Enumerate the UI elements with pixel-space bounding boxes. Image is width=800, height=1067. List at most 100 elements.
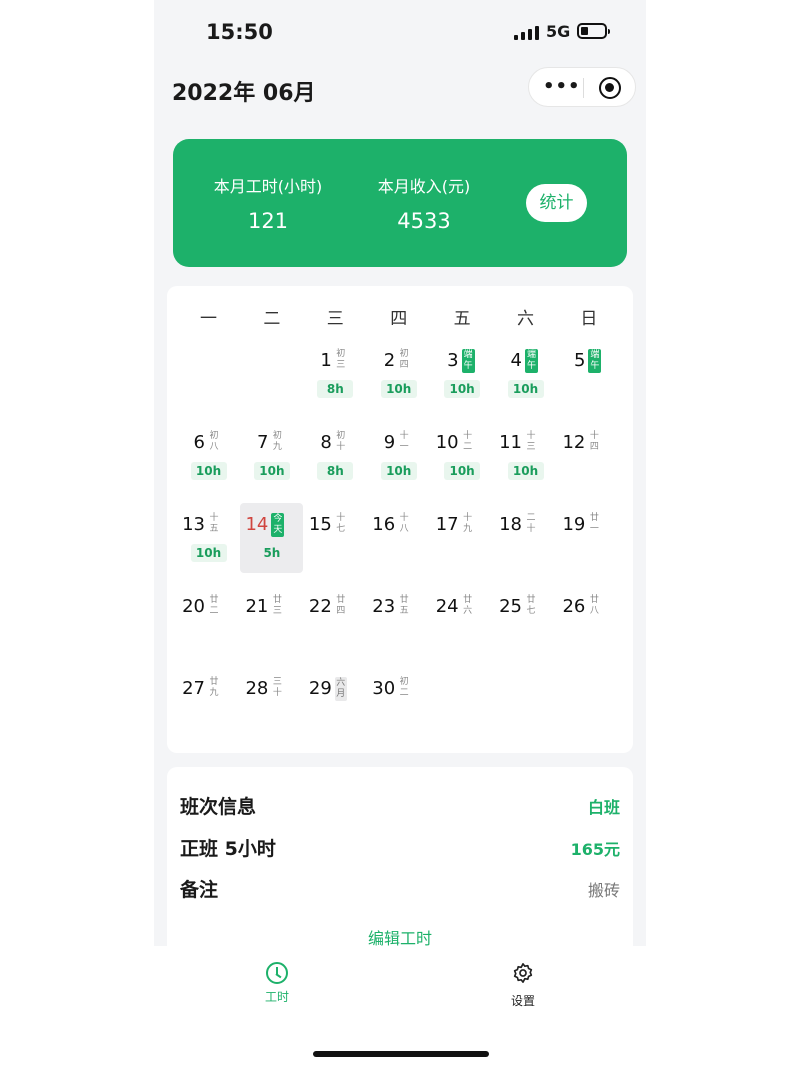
day-number: 29 xyxy=(308,678,332,699)
note-value: 搬砖 xyxy=(587,881,620,900)
calendar-day[interactable]: 26 廿八 xyxy=(557,585,620,655)
calendar-day[interactable]: 11 十三 10h xyxy=(494,421,557,491)
day-number: 16 xyxy=(372,514,396,535)
day-number: 22 xyxy=(308,596,332,617)
target-circle-icon[interactable] xyxy=(599,77,621,99)
calendar-day[interactable]: 6 初八 10h xyxy=(177,421,240,491)
clock-icon xyxy=(266,962,288,984)
day-number: 19 xyxy=(562,514,586,535)
calendar-day[interactable]: 9 十一 10h xyxy=(367,421,430,491)
day-number: 27 xyxy=(182,678,205,699)
calendar-day[interactable]: 2 初四 10h xyxy=(367,339,430,409)
lunar-date: 廿九 xyxy=(209,677,219,698)
calendar-day[interactable]: 20 廿二 xyxy=(177,585,240,655)
calendar-day[interactable]: 24 廿六 xyxy=(431,585,494,655)
calendar-day[interactable]: 17 十九 xyxy=(431,503,494,573)
tab-settings[interactable]: 设置 xyxy=(488,962,558,1009)
calendar-day[interactable]: 29 六月 xyxy=(304,667,367,737)
calendar-day[interactable]: 19 廿一 xyxy=(557,503,620,573)
phone-screen: 15:50 5G 2022年 06月 ••• 本月工时(小时) 121 本月收入… xyxy=(154,0,646,1067)
work-hours-badge: 5h xyxy=(263,546,281,560)
weekday-label: 三 xyxy=(326,309,344,329)
lunar-date: 初二 xyxy=(399,677,409,698)
day-number: 11 xyxy=(499,432,522,453)
calendar-day[interactable]: 30 初二 xyxy=(367,667,430,737)
monthly-income-value: 4533 xyxy=(397,209,451,233)
calendar-day-today[interactable]: 14 今天 5h xyxy=(240,503,304,573)
calendar-day[interactable]: 1 初三 8h xyxy=(304,339,367,409)
calendar-day[interactable]: 21 廿三 xyxy=(240,585,303,655)
gear-icon xyxy=(513,963,533,983)
shift-info-title: 班次信息 xyxy=(180,796,257,818)
work-hours-badge: 10h xyxy=(190,462,227,480)
month-title[interactable]: 2022年 06月 xyxy=(172,75,316,107)
home-indicator xyxy=(313,1051,489,1057)
shift-info-card: 班次信息 白班 正班 5小时 165元 备注 搬砖 编辑工时 xyxy=(167,767,633,967)
calendar-day[interactable]: 15 十七 xyxy=(304,503,367,573)
status-time: 15:50 xyxy=(206,20,273,44)
capsule-divider xyxy=(583,78,584,98)
lunar-date: 廿四 xyxy=(336,595,346,616)
stats-button[interactable]: 统计 xyxy=(526,184,587,222)
day-number: 21 xyxy=(245,596,269,617)
lunar-date: 廿三 xyxy=(272,595,282,616)
calendar-day[interactable]: 25 廿七 xyxy=(494,585,557,655)
more-dots-icon[interactable]: ••• xyxy=(543,78,581,96)
mini-program-capsule: ••• xyxy=(528,67,636,107)
shift-type: 白班 xyxy=(587,798,620,817)
calendar-day[interactable]: 27 廿九 xyxy=(177,667,240,737)
calendar-day[interactable]: 3 端午 10h xyxy=(431,339,494,409)
calendar-day[interactable]: 12 十四 xyxy=(557,421,620,491)
work-hours-badge: 10h xyxy=(444,462,481,480)
calendar-day[interactable]: 10 十二 10h xyxy=(431,421,494,491)
holiday-tag: 端午 xyxy=(525,349,538,373)
calendar-day[interactable]: 5 端午 xyxy=(557,339,620,409)
calendar-day[interactable]: 13 十五 10h xyxy=(177,503,240,573)
day-number: 20 xyxy=(182,596,205,617)
work-hours-badge: 10h xyxy=(507,462,544,480)
monthly-hours-label: 本月工时(小时) xyxy=(213,177,323,196)
tab-bar: 工时 设置 xyxy=(154,946,646,1067)
day-number: 18 xyxy=(499,514,522,535)
day-number: 2 xyxy=(383,350,396,371)
note-row: 备注 搬砖 xyxy=(180,875,620,901)
calendar-day[interactable]: 22 廿四 xyxy=(304,585,367,655)
work-hours-badge: 10h xyxy=(190,544,227,562)
day-number: 4 xyxy=(510,350,522,371)
note-label: 备注 xyxy=(180,879,219,901)
day-number: 24 xyxy=(435,596,459,617)
tab-hours[interactable]: 工时 xyxy=(242,962,312,1005)
holiday-tag: 端午 xyxy=(461,349,475,373)
weekday-label: 一 xyxy=(200,309,217,329)
lunar-date: 廿七 xyxy=(526,595,536,616)
day-number: 7 xyxy=(256,432,269,453)
day-number: 15 xyxy=(308,514,332,535)
monthly-hours-value: 121 xyxy=(247,209,289,233)
weekday-label: 六 xyxy=(517,309,534,329)
day-number: 28 xyxy=(245,678,269,699)
weekday-label: 五 xyxy=(453,309,471,329)
calendar-day[interactable]: 4 端午 10h xyxy=(494,339,557,409)
lunar-date: 廿二 xyxy=(209,595,219,616)
calendar: 一二三四五六日 1 初三 8h 2 初四 10h 3 端午 10h 4 端午 10h 5 端午 6 初八 10h… xyxy=(167,286,633,753)
day-number: 14 xyxy=(245,514,269,535)
calendar-day[interactable]: 23 廿五 xyxy=(367,585,430,655)
calendar-day[interactable]: 8 初十 8h xyxy=(304,421,367,491)
lunar-date: 初三 xyxy=(336,349,346,370)
calendar-day[interactable]: 16 十八 xyxy=(367,503,430,573)
calendar-day[interactable]: 28 三十 xyxy=(240,667,303,737)
calendar-day[interactable]: 7 初九 10h xyxy=(240,421,303,491)
lunar-date: 十七 xyxy=(336,513,346,534)
weekday-header: 一二三四五六日 xyxy=(177,304,621,329)
lunar-date: 十八 xyxy=(399,513,409,534)
lunar-date: 六月 xyxy=(334,677,347,701)
work-hours-badge: 8h xyxy=(317,462,354,480)
monthly-summary-card: 本月工时(小时) 121 本月收入(元) 4533 统计 xyxy=(173,139,627,267)
work-hours-badge: 10h xyxy=(380,380,417,398)
signal-icon xyxy=(514,25,539,40)
day-number: 1 xyxy=(320,350,332,371)
day-number: 30 xyxy=(372,678,396,699)
lunar-date: 十四 xyxy=(589,431,599,452)
regular-shift-amount: 165元 xyxy=(570,840,620,859)
calendar-day[interactable]: 18 二十 xyxy=(494,503,557,573)
